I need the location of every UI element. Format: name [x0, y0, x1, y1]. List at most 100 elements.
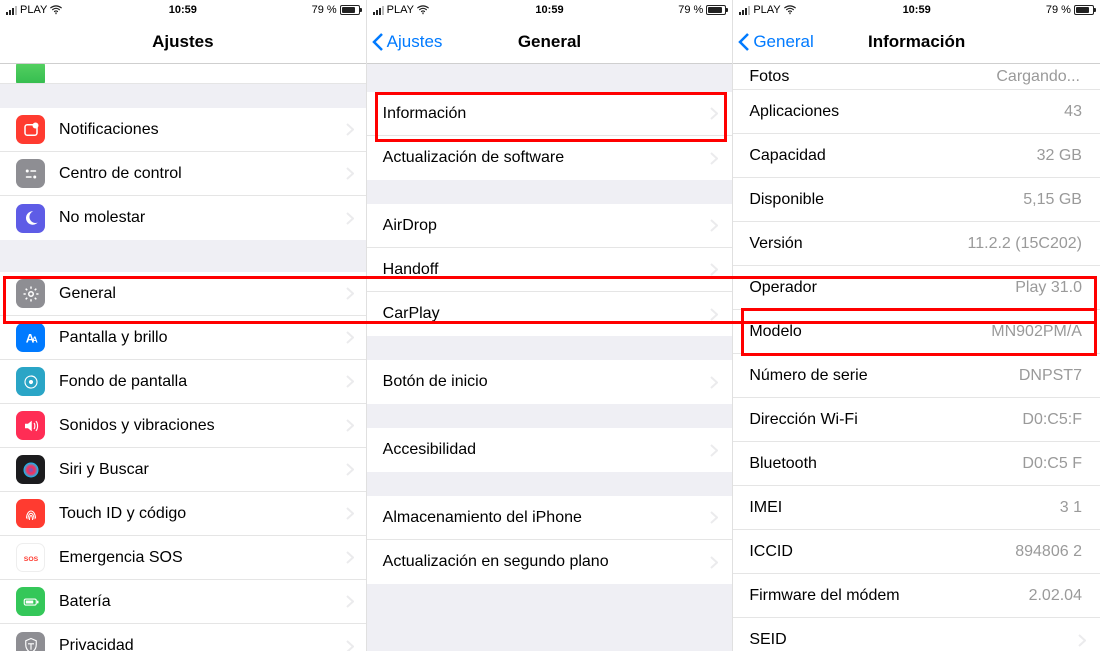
signal-icon	[6, 6, 17, 15]
wifi-icon	[50, 4, 62, 16]
settings-group-1: Notificaciones Centro de controlNo molest…	[0, 108, 366, 240]
battery-percent: 79 %	[312, 4, 337, 16]
settings-row-wallpaper[interactable]: Fondo de pantalla	[0, 360, 366, 404]
back-chevron-icon	[737, 32, 751, 52]
nav-back-button[interactable]: Ajustes	[367, 32, 443, 52]
row-label: General	[59, 285, 346, 303]
about-row-carrier: OperadorPlay 31.0	[733, 266, 1100, 310]
row-label: Almacenamiento del iPhone	[383, 509, 711, 527]
row-label: Firmware del módem	[749, 587, 1028, 605]
settings-root-pane: PLAY 10:59 79 % Ajustes Notificaciones Ce…	[0, 0, 367, 651]
settings-row-notifications[interactable]: Notificaciones	[0, 108, 366, 152]
settings-row-airdrop[interactable]: AirDrop	[367, 204, 733, 248]
wallpaper-icon	[16, 367, 45, 396]
row-value: Play 31.0	[1015, 279, 1090, 297]
settings-row-touchid[interactable]: Touch ID y código	[0, 492, 366, 536]
settings-row-general[interactable]: General	[0, 272, 366, 316]
status-time: 10:59	[491, 4, 609, 16]
settings-row-control-center[interactable]: Centro de control	[0, 152, 366, 196]
about-row-apps: Aplicaciones43	[733, 90, 1100, 134]
about-row-capacity: Capacidad32 GB	[733, 134, 1100, 178]
row-label: Siri y Buscar	[59, 461, 346, 479]
battery-percent: 79 %	[1046, 4, 1071, 16]
chevron-right-icon	[710, 152, 718, 165]
row-value: DNPST7	[1019, 367, 1090, 385]
settings-row-battery[interactable]: Batería	[0, 580, 366, 624]
row-label: Dirección Wi-Fi	[749, 411, 1022, 429]
wifi-icon	[417, 4, 429, 16]
row-value: 32 GB	[1037, 147, 1090, 165]
chevron-right-icon	[346, 463, 354, 476]
status-time: 10:59	[858, 4, 976, 16]
chevron-right-icon	[710, 263, 718, 276]
chevron-right-icon	[1078, 634, 1086, 647]
settings-row-accessibility[interactable]: Accesibilidad	[367, 428, 733, 472]
control-center-icon	[16, 159, 45, 188]
general-group-3: Accesibilidad	[367, 428, 733, 472]
status-bar: PLAY 10:59 79 %	[733, 0, 1100, 20]
row-label: Pantalla y brillo	[59, 329, 346, 347]
settings-row-carplay[interactable]: CarPlay	[367, 292, 733, 336]
settings-group-2: General AA Pantalla y brillo Fondo de panta…	[0, 272, 366, 651]
settings-row-storage[interactable]: Almacenamiento del iPhone	[367, 496, 733, 540]
chevron-right-icon	[710, 511, 718, 524]
chevron-right-icon	[710, 219, 718, 232]
chevron-right-icon	[346, 212, 354, 225]
battery-icon	[16, 587, 45, 616]
general-group-0: InformaciónActualización de software	[367, 92, 733, 180]
chevron-right-icon	[346, 507, 354, 520]
row-label: Fotos	[749, 68, 996, 86]
settings-row-software-update[interactable]: Actualización de software	[367, 136, 733, 180]
battery-icon	[340, 5, 360, 15]
row-peek-top[interactable]	[0, 64, 366, 84]
settings-row-info[interactable]: Información	[367, 92, 733, 136]
row-label: Fondo de pantalla	[59, 373, 346, 391]
row-label: Privacidad	[59, 637, 346, 651]
status-bar: PLAY 10:59 79 %	[0, 0, 366, 20]
row-label: Notificaciones	[59, 121, 346, 139]
row-label: CarPlay	[383, 305, 711, 323]
nav-back-label: Ajustes	[387, 32, 443, 52]
row-label: Accesibilidad	[383, 441, 711, 459]
chevron-right-icon	[710, 376, 718, 389]
svg-text:SOS: SOS	[23, 555, 38, 562]
nav-back-button[interactable]: General	[733, 32, 813, 52]
row-value: 5,15 GB	[1023, 191, 1090, 209]
status-time: 10:59	[124, 4, 242, 16]
display-icon: AA	[16, 323, 45, 352]
chevron-right-icon	[710, 444, 718, 457]
row-label: Modelo	[749, 323, 991, 341]
dnd-icon	[16, 204, 45, 233]
about-row-model: ModeloMN902PM/A	[733, 310, 1100, 354]
navbar: Ajustes General	[367, 20, 733, 64]
row-value: D0:C5:F	[1022, 411, 1090, 429]
battery-icon	[706, 5, 726, 15]
chevron-right-icon	[710, 308, 718, 321]
navbar: Ajustes	[0, 20, 366, 64]
settings-row-background[interactable]: Actualización en segundo plano	[367, 540, 733, 584]
row-photos-partial[interactable]: Fotos Cargando...	[733, 64, 1100, 90]
settings-row-siri[interactable]: Siri y Buscar	[0, 448, 366, 492]
row-value: 11.2.2 (15C202)	[968, 235, 1090, 253]
about-row-available: Disponible5,15 GB	[733, 178, 1100, 222]
settings-row-sounds[interactable]: Sonidos y vibraciones	[0, 404, 366, 448]
row-label: Operador	[749, 279, 1015, 297]
svg-text:A: A	[31, 335, 37, 344]
about-pane: PLAY 10:59 79 % General Información Foto…	[733, 0, 1100, 651]
settings-row-handoff[interactable]: Handoff	[367, 248, 733, 292]
settings-row-sos[interactable]: SOSEmergencia SOS	[0, 536, 366, 580]
row-label: IMEI	[749, 499, 1059, 517]
settings-row-display[interactable]: AA Pantalla y brillo	[0, 316, 366, 360]
battery-icon	[1074, 5, 1094, 15]
row-label: Número de serie	[749, 367, 1019, 385]
wifi-icon	[784, 4, 796, 16]
general-group-4: Almacenamiento del iPhone Actualización e…	[367, 496, 733, 584]
navbar: General Información	[733, 20, 1100, 64]
nav-back-label: General	[753, 32, 813, 52]
about-row-seid[interactable]: SEID	[733, 618, 1100, 651]
settings-row-home-button[interactable]: Botón de inicio	[367, 360, 733, 404]
settings-row-privacy[interactable]: Privacidad	[0, 624, 366, 651]
signal-icon	[373, 6, 384, 15]
settings-row-dnd[interactable]: No molestar	[0, 196, 366, 240]
row-value: Cargando...	[996, 68, 1080, 86]
